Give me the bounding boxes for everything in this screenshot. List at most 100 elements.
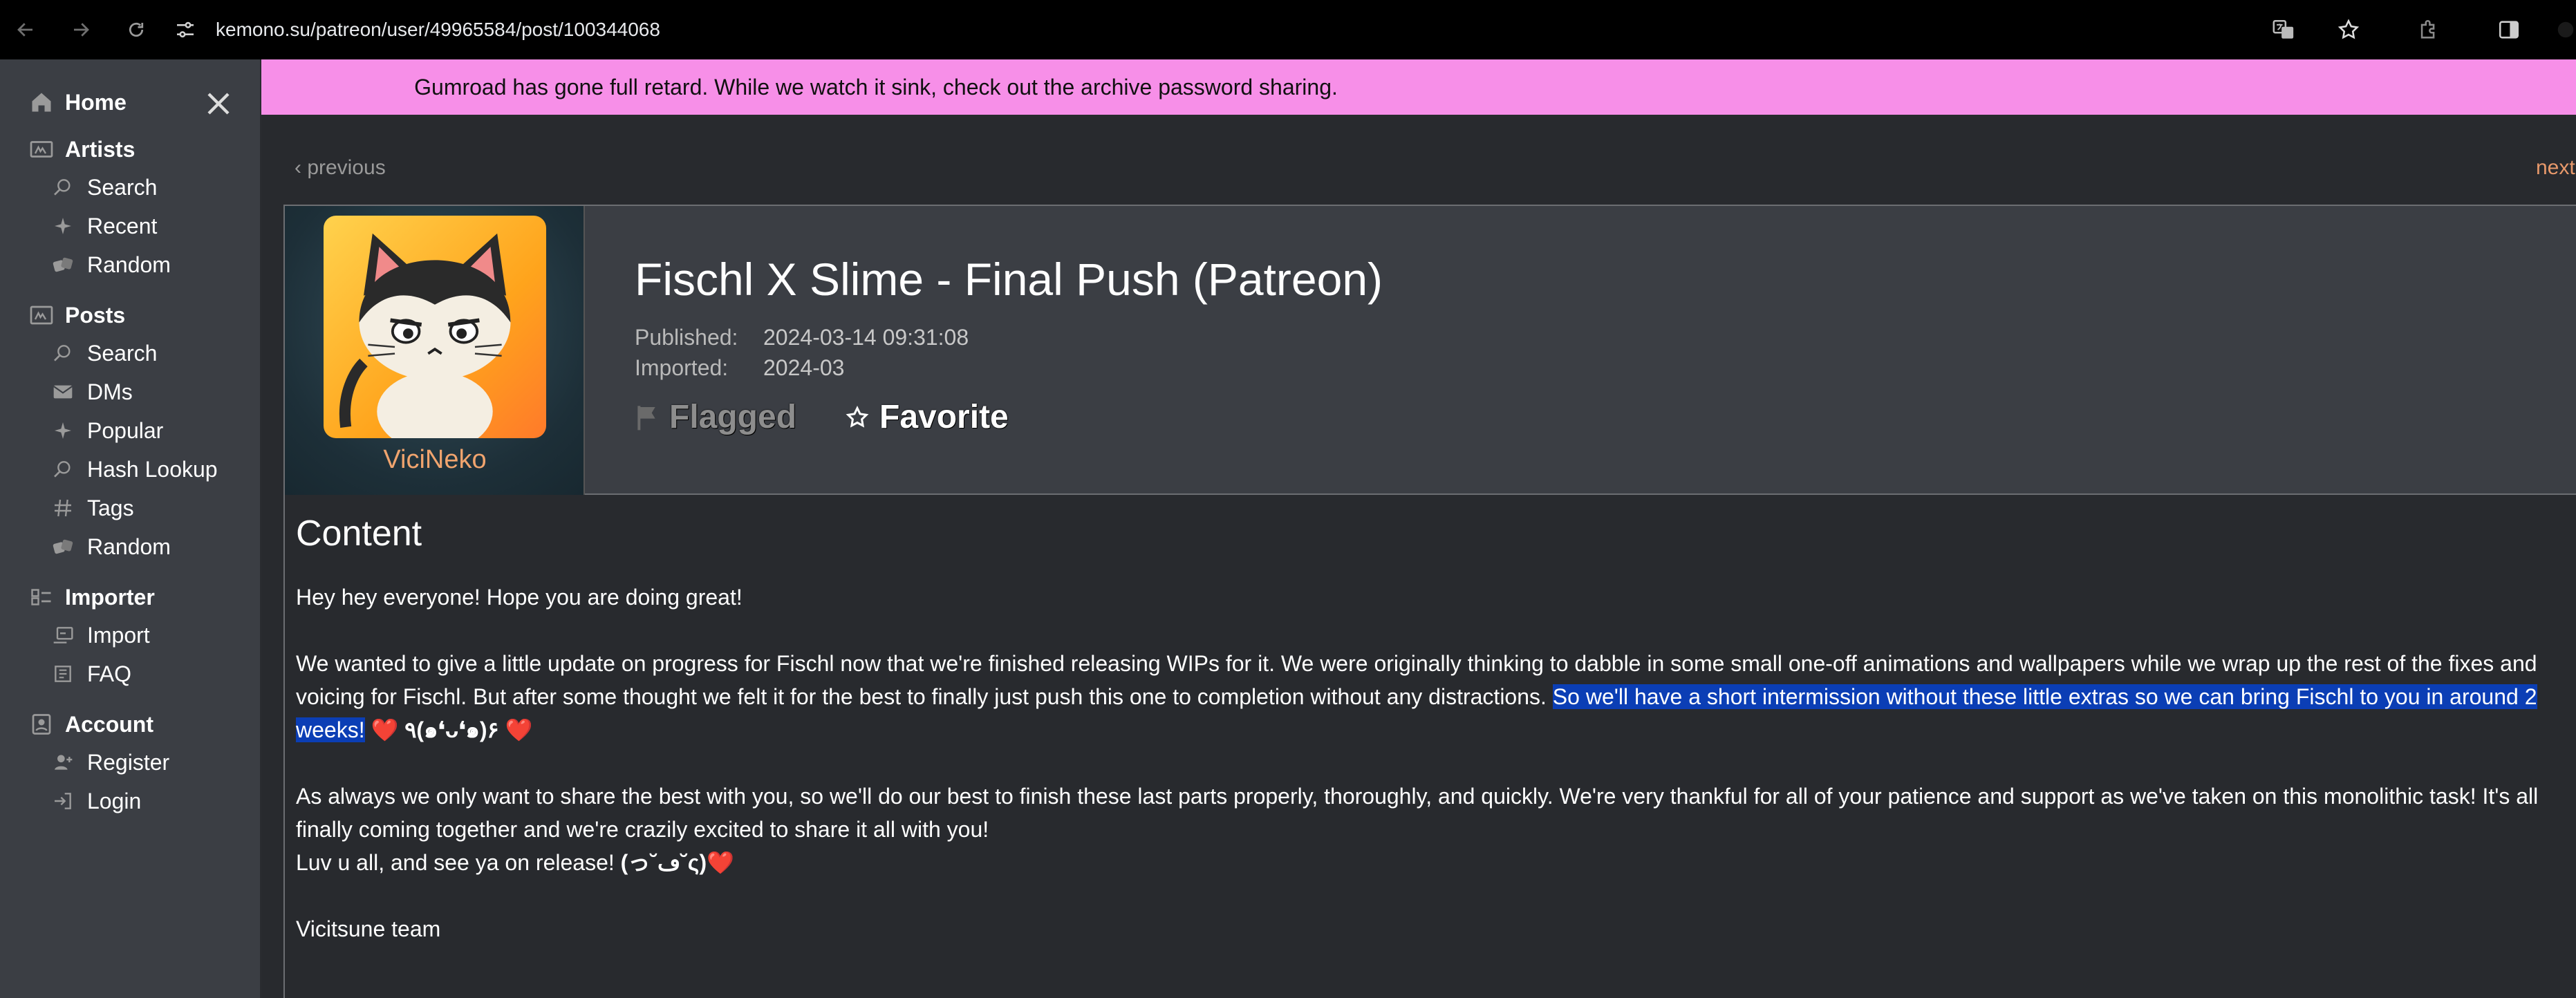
sidebar-item-artists-random[interactable]: Random bbox=[50, 252, 171, 278]
sidebar-item-label: Login bbox=[87, 788, 142, 813]
announcement-banner[interactable]: Gumroad has gone full retard. While we w… bbox=[261, 59, 2576, 115]
sidebar-item-posts-search[interactable]: Search bbox=[50, 340, 157, 366]
sidebar-section-label: Importer bbox=[65, 584, 155, 610]
favorite-label: Favorite bbox=[879, 399, 1009, 435]
post-content: Content Hey hey everyone! Hope you are d… bbox=[283, 495, 2576, 998]
sidebar-section-posts: Posts bbox=[28, 301, 125, 329]
sidebar-item-popular[interactable]: Popular bbox=[50, 417, 163, 444]
sidebar-item-label: Hash Lookup bbox=[87, 456, 218, 482]
url-text[interactable]: kemono.su/patreon/user/49965584/post/100… bbox=[216, 19, 660, 41]
browser-toolbar: kemono.su/patreon/user/49965584/post/100… bbox=[0, 0, 2576, 59]
user-plus-icon bbox=[50, 749, 76, 775]
sidebar-item-import[interactable]: Import bbox=[50, 622, 150, 648]
main-content: ‹ previous next ViciNeko Fischl X Slime … bbox=[261, 115, 2576, 998]
site-settings-icon[interactable] bbox=[174, 19, 196, 41]
translate-icon bbox=[2272, 19, 2294, 39]
post-title: Fischl X Slime - Final Push (Patreon) bbox=[635, 254, 1383, 305]
sidebar-item-label: Import bbox=[87, 622, 150, 648]
dice-icon bbox=[50, 252, 76, 278]
sidebar-home[interactable]: Home bbox=[28, 88, 127, 116]
faq-icon bbox=[50, 661, 76, 687]
address-bar[interactable]: kemono.su/patreon/user/49965584/post/100… bbox=[174, 19, 660, 41]
banner-text[interactable]: Gumroad has gone full retard. While we w… bbox=[414, 75, 1338, 100]
puzzle-icon bbox=[2420, 20, 2435, 39]
paragraph-text: Luv u all, and see ya on release! bbox=[296, 850, 621, 875]
sidebar-item-label: Random bbox=[87, 252, 171, 277]
dice-icon bbox=[50, 534, 76, 560]
sidebar-section-artists: Artists bbox=[28, 135, 135, 163]
importer-icon bbox=[28, 583, 55, 611]
previous-post-link[interactable]: ‹ previous bbox=[295, 156, 386, 180]
page-root: kemono.su/patreon/user/49965584/post/100… bbox=[0, 0, 2576, 998]
mail-icon bbox=[50, 379, 76, 405]
sidebar-item-register[interactable]: Register bbox=[50, 749, 169, 775]
search-icon bbox=[50, 340, 76, 366]
cat-avatar-image bbox=[339, 233, 511, 438]
sidebar-item-hash-lookup[interactable]: Hash Lookup bbox=[50, 456, 218, 482]
sidebar-item-artists-search[interactable]: Search bbox=[50, 174, 157, 200]
sidebar-item-label: Popular bbox=[87, 417, 164, 443]
post-header: ViciNeko Fischl X Slime - Final Push (Pa… bbox=[283, 205, 2576, 495]
side-panel-icon bbox=[2499, 21, 2519, 39]
forward-button[interactable] bbox=[64, 12, 98, 47]
content-paragraph-5: Vicitsune team bbox=[296, 916, 441, 941]
heart-emoji: ❤️ bbox=[498, 717, 533, 742]
sidebar-section-label: Posts bbox=[65, 302, 126, 328]
sidebar-item-label: Search bbox=[87, 174, 158, 200]
post-actions: Flagged Favorite bbox=[635, 398, 1057, 436]
sidebar-item-tags[interactable]: Tags bbox=[50, 495, 134, 521]
back-button[interactable] bbox=[8, 12, 43, 47]
side-panel-button[interactable] bbox=[2493, 14, 2525, 46]
imported-value: 2024-03 bbox=[763, 355, 845, 380]
bookmark-button[interactable] bbox=[2333, 14, 2364, 46]
sidebar-item-label: Recent bbox=[87, 213, 158, 238]
sidebar-item-label: Tags bbox=[87, 495, 134, 520]
sidebar-home-label: Home bbox=[65, 89, 127, 115]
heart-emoji: ❤️ bbox=[364, 717, 405, 742]
login-icon bbox=[50, 788, 76, 814]
profile-icon bbox=[2557, 21, 2574, 38]
star-icon bbox=[2337, 19, 2360, 39]
close-icon[interactable] bbox=[202, 87, 235, 120]
sidebar-item-label: Search bbox=[87, 340, 158, 366]
reload-button[interactable] bbox=[119, 12, 153, 47]
sidebar-item-artists-recent[interactable]: Recent bbox=[50, 213, 157, 239]
sidebar-item-label: Register bbox=[87, 749, 170, 775]
account-icon bbox=[28, 710, 55, 738]
content-paragraph-2: We wanted to give a little update on pro… bbox=[296, 647, 2543, 746]
artist-name-link[interactable]: ViciNeko bbox=[285, 445, 584, 475]
favorite-button[interactable]: Favorite bbox=[845, 398, 1009, 436]
flag-label: Flagged bbox=[669, 399, 797, 435]
arrow-left-icon bbox=[17, 23, 32, 37]
sidebar-item-dms[interactable]: DMs bbox=[50, 379, 133, 405]
imported-label: Imported: bbox=[635, 355, 729, 380]
sidebar-section-importer: Importer bbox=[28, 583, 155, 611]
sidebar-item-login[interactable]: Login bbox=[50, 788, 141, 814]
search-icon bbox=[50, 174, 76, 200]
sparkle-icon bbox=[50, 213, 76, 239]
sparkle-icon bbox=[50, 417, 76, 444]
heart-emoji: ❤️ bbox=[707, 850, 734, 875]
search-icon bbox=[50, 456, 76, 482]
hash-icon bbox=[50, 495, 76, 521]
artists-icon bbox=[28, 135, 55, 163]
content-paragraph-3: As always we only want to share the best… bbox=[296, 784, 2539, 842]
published-value: 2024-03-14 09:31:08 bbox=[763, 325, 969, 350]
sidebar-section-label: Account bbox=[65, 711, 153, 737]
sidebar-item-label: DMs bbox=[87, 379, 133, 404]
imported-row: Imported: 2024-03 bbox=[635, 355, 844, 381]
user-card[interactable]: ViciNeko bbox=[285, 206, 585, 495]
sidebar: Home Artists Search Recent Random Posts … bbox=[0, 59, 261, 998]
avatar[interactable] bbox=[324, 216, 546, 438]
home-icon bbox=[28, 88, 55, 116]
kaomoji: ٩(๑❛ᴗ❛๑)۶ bbox=[404, 717, 499, 742]
profile-button[interactable] bbox=[2555, 14, 2576, 46]
next-post-link[interactable]: next bbox=[2536, 156, 2575, 180]
sidebar-section-label: Artists bbox=[65, 136, 136, 162]
flag-button[interactable]: Flagged bbox=[635, 398, 796, 436]
sidebar-section-account: Account bbox=[28, 710, 153, 738]
sidebar-item-faq[interactable]: FAQ bbox=[50, 661, 131, 687]
extensions-button[interactable] bbox=[2413, 14, 2445, 46]
sidebar-item-posts-random[interactable]: Random bbox=[50, 534, 171, 560]
translate-button[interactable] bbox=[2268, 14, 2299, 46]
